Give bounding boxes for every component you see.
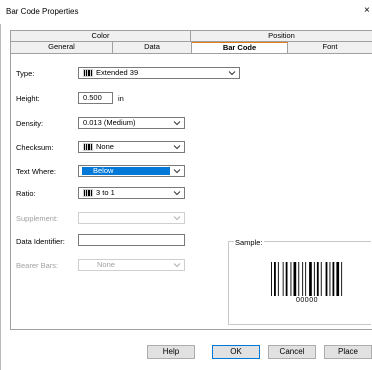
ratio-value: 3 to 1 [96, 188, 115, 197]
tab-position-label: Position [268, 31, 295, 40]
text-where-label: Text Where: [16, 167, 57, 176]
tab-data-label: Data [144, 42, 160, 51]
barcode-preview [271, 262, 343, 296]
ratio-label: Ratio: [16, 189, 36, 198]
tab-row-bottom: General Data Bar Code Font [10, 41, 372, 53]
density-value: 0.013 (Medium) [83, 118, 136, 127]
chevron-down-icon [173, 169, 181, 174]
barcode-text: 00000 [296, 297, 318, 304]
chevron-down-icon [173, 145, 181, 150]
cancel-button[interactable]: Cancel [268, 345, 316, 359]
height-unit: in [118, 94, 124, 103]
height-label: Height: [16, 94, 40, 103]
barcode-icon [83, 69, 93, 77]
tab-font-label: Font [322, 42, 338, 51]
bearer-bars-label: Bearer Bars: [16, 261, 59, 270]
supplement-select[interactable] [78, 212, 185, 224]
tab-bar-code-label: Bar Code [222, 43, 257, 52]
bearer-bars-value: None [97, 260, 115, 269]
tab-data[interactable]: Data [113, 42, 192, 53]
tab-general[interactable]: General [10, 42, 113, 53]
type-label: Type: [16, 69, 35, 78]
density-select[interactable]: 0.013 (Medium) [78, 117, 185, 129]
sample-label: Sample: [234, 238, 264, 247]
help-button[interactable]: Help [147, 345, 195, 359]
window-left-border [0, 24, 1, 370]
chevron-down-icon [173, 216, 181, 221]
tab-bar-code[interactable]: Bar Code [192, 42, 288, 53]
ok-button[interactable]: OK [212, 345, 260, 359]
supplement-label: Supplement: [16, 214, 59, 223]
chevron-down-icon [173, 191, 181, 196]
bearer-bars-select[interactable]: None [78, 259, 185, 271]
barcode-icon [83, 189, 93, 197]
density-label: Density: [16, 119, 44, 128]
title-bar: Bar Code Properties × [0, 0, 372, 24]
close-icon[interactable]: × [364, 5, 370, 16]
ratio-select[interactable]: 3 to 1 [78, 187, 185, 199]
chevron-down-icon [173, 263, 181, 268]
place-button[interactable]: Place [324, 345, 372, 359]
text-where-select[interactable]: Below [78, 165, 185, 177]
height-input[interactable]: 0.500 [78, 92, 113, 104]
window-title: Bar Code Properties [6, 7, 79, 16]
type-select[interactable]: Extended 39 [78, 67, 240, 79]
checksum-label: Checksum: [16, 143, 54, 152]
chevron-down-icon [228, 71, 236, 76]
chevron-down-icon [173, 121, 181, 126]
checksum-value: None [96, 142, 114, 151]
tab-general-label: General [48, 42, 75, 51]
data-identifier-label: Data Identifier: [16, 237, 65, 246]
height-value: 0.500 [83, 93, 102, 102]
barcode-icon [83, 143, 93, 151]
tab-color-label: Color [91, 31, 110, 40]
tab-font[interactable]: Font [288, 42, 372, 53]
data-identifier-input[interactable] [78, 234, 185, 246]
text-where-value: Below [93, 166, 114, 175]
type-value: Extended 39 [96, 68, 139, 77]
checksum-select[interactable]: None [78, 141, 185, 153]
